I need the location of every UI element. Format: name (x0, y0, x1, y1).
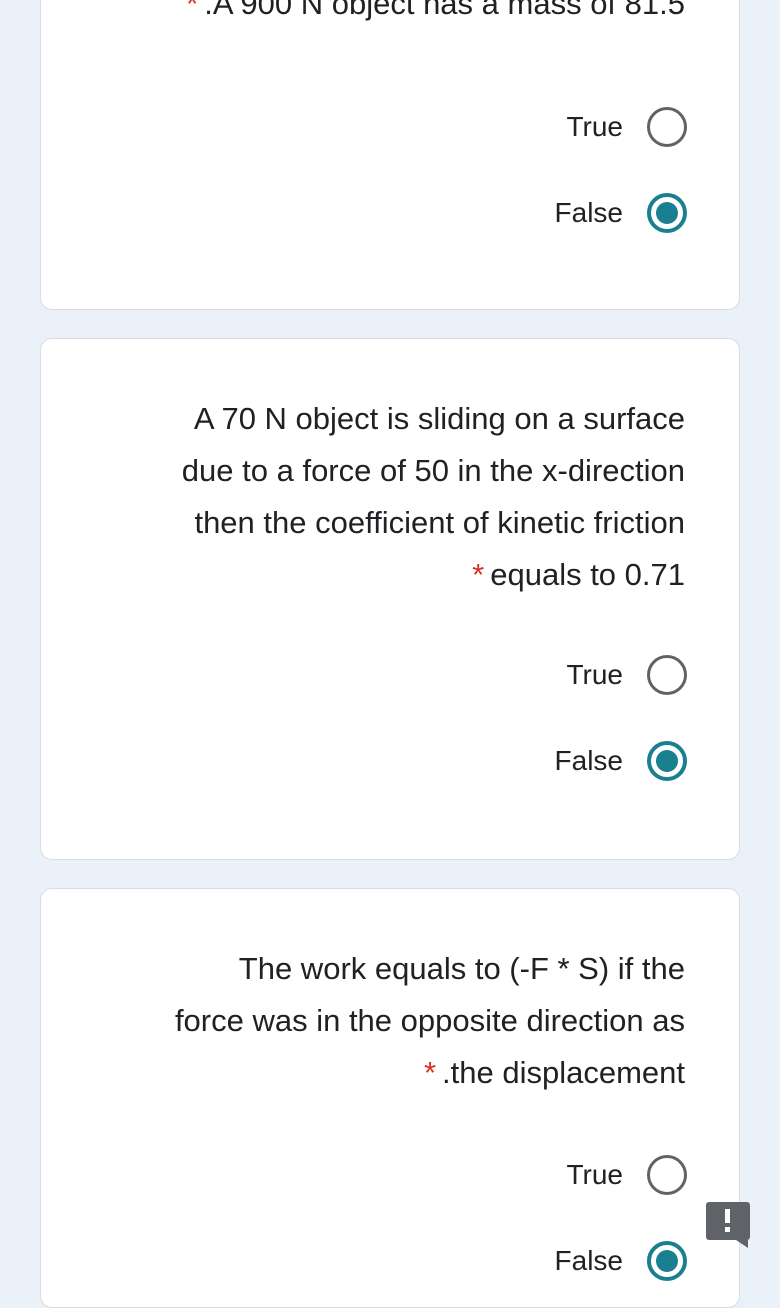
question-card-3: The work equals to (-F * S) if the force… (40, 888, 740, 1308)
radio-unchecked-icon[interactable] (647, 107, 687, 147)
option-false[interactable]: False (555, 741, 687, 781)
option-false[interactable]: False (555, 193, 687, 233)
radio-unchecked-icon[interactable] (647, 655, 687, 695)
question-line: * equals to 0.71 (85, 549, 685, 601)
question-text: The work equals to (-F * S) if the force… (85, 943, 685, 1099)
option-label: False (554, 197, 623, 228)
question-text: A 70 N object is sliding on a surface du… (85, 393, 685, 601)
option-true[interactable]: True (566, 1155, 687, 1195)
radio-checked-icon[interactable] (647, 193, 687, 233)
question-line: * .the displacement (85, 1047, 685, 1099)
question-line-text: equals to 0.71 (490, 557, 685, 592)
report-flag-tail (736, 1240, 748, 1248)
radio-unchecked-icon[interactable] (647, 1155, 687, 1195)
required-asterisk: * (472, 557, 485, 592)
radio-checked-icon[interactable] (647, 1241, 687, 1281)
question-card-1: * .A 900 N object has a mass of 81.5 True… (40, 0, 740, 310)
question-line: then the coefficient of kinetic friction (194, 505, 685, 540)
option-false[interactable]: False (555, 1241, 687, 1281)
question-line: A 70 N object is sliding on a surface (193, 401, 685, 436)
option-label: False (554, 1245, 623, 1276)
question-line-text: .A 900 N object has a mass of 81.5 (204, 0, 685, 21)
question-line: * .A 900 N object has a mass of 81.5 (85, 0, 685, 27)
option-label: True (566, 111, 623, 142)
option-label: True (566, 659, 623, 690)
option-label: False (554, 745, 623, 776)
required-asterisk: * (186, 0, 199, 21)
question-line: The work equals to (-F * S) if the (238, 951, 685, 986)
question-line: force was in the opposite direction as (174, 1003, 685, 1038)
question-line: due to a force of 50 in the x-direction (181, 453, 685, 488)
option-true[interactable]: True (566, 655, 687, 695)
radio-checked-icon[interactable] (647, 741, 687, 781)
question-text: * .A 900 N object has a mass of 81.5 (85, 0, 685, 27)
question-line-text: .the displacement (442, 1055, 685, 1090)
option-label: True (566, 1159, 623, 1190)
question-card-2: A 70 N object is sliding on a surface du… (40, 338, 740, 860)
required-asterisk: * (423, 1055, 437, 1090)
option-true[interactable]: True (566, 107, 687, 147)
report-flag-icon[interactable] (706, 1202, 750, 1240)
